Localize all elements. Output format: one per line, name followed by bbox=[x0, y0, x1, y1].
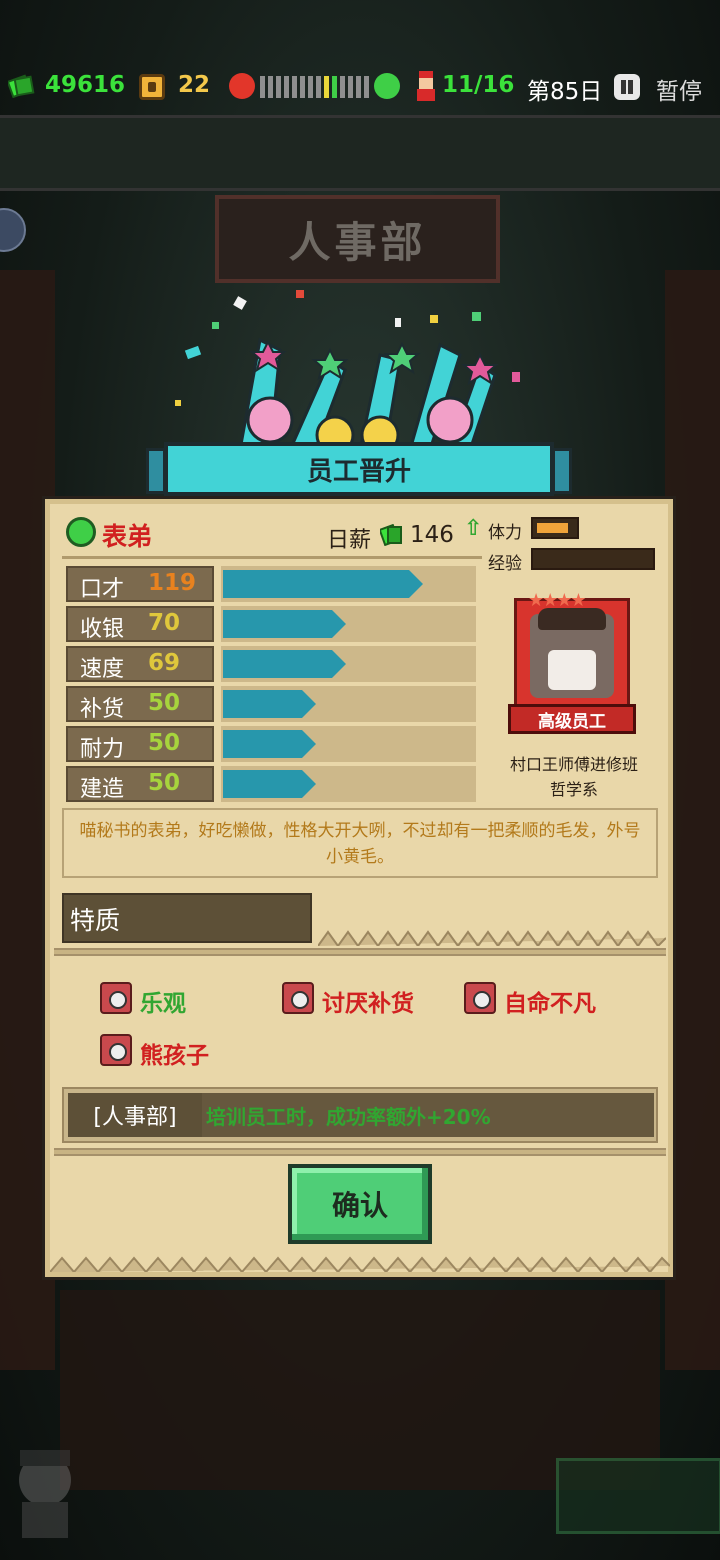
money-amount: 49616 bbox=[45, 72, 126, 98]
stat-label-box: 速度 69 bbox=[66, 646, 214, 682]
salary-value: 146 bbox=[410, 522, 454, 548]
up-arrow-icon: ⇧ bbox=[464, 516, 483, 541]
stat-name: 速度 bbox=[80, 657, 125, 682]
section-divider bbox=[54, 1148, 666, 1156]
rank-stars: ★★★★ bbox=[528, 590, 587, 611]
coin-icon bbox=[139, 74, 165, 100]
zigzag-decoration bbox=[318, 930, 666, 946]
mood-happy-icon bbox=[66, 517, 96, 547]
trait-name: 乐观 bbox=[140, 991, 186, 1017]
trait-icon bbox=[282, 982, 314, 1014]
trait-icon bbox=[464, 982, 496, 1014]
coin-amount: 22 bbox=[178, 72, 211, 98]
stat-label-box: 口才 119 bbox=[66, 566, 214, 602]
salary-label: 日薪 bbox=[327, 528, 372, 553]
stat-row: 补货 50 bbox=[66, 686, 486, 722]
stat-name: 收银 bbox=[80, 617, 125, 642]
stat-bar bbox=[223, 770, 316, 798]
department-tag: [人事部] bbox=[68, 1093, 202, 1137]
stat-label-box: 补货 50 bbox=[66, 686, 214, 722]
name-underline bbox=[62, 556, 482, 559]
stat-bar bbox=[223, 690, 316, 718]
stat-label-box: 收银 70 bbox=[66, 606, 214, 642]
staff-count: 11/16 bbox=[442, 72, 515, 98]
exp-bar bbox=[531, 548, 655, 570]
stat-value: 70 bbox=[148, 610, 181, 636]
trait-name: 讨厌补货 bbox=[322, 991, 414, 1017]
origin-school: 村口王师傅进修班 bbox=[509, 755, 638, 774]
employee-name: 表弟 bbox=[102, 522, 153, 551]
stat-label-box: 建造 50 bbox=[66, 766, 214, 802]
stat-value: 50 bbox=[148, 690, 181, 716]
stat-name: 补货 bbox=[80, 697, 125, 722]
stat-name: 建造 bbox=[80, 777, 125, 802]
trait-name: 熊孩子 bbox=[140, 1043, 209, 1069]
stat-row: 耐力 50 bbox=[66, 726, 486, 762]
stamina-label: 体力 bbox=[488, 523, 522, 543]
stat-row: 口才 119 bbox=[66, 566, 486, 602]
bonus-text: 培训员工时，成功率额外+20% bbox=[206, 1105, 491, 1129]
stamina-bar bbox=[531, 517, 579, 539]
stat-bar bbox=[223, 730, 316, 758]
department-sign: 人事部 bbox=[215, 195, 500, 283]
stat-value: 69 bbox=[148, 650, 181, 676]
pause-icon[interactable] bbox=[614, 74, 640, 100]
stamina-fill bbox=[537, 523, 568, 533]
stat-bar bbox=[223, 650, 346, 678]
rank-label: 高级员工 bbox=[508, 704, 636, 734]
trait-name: 自命不凡 bbox=[504, 991, 596, 1017]
zigzag-decoration bbox=[50, 1256, 670, 1272]
angry-face-icon bbox=[229, 73, 255, 99]
cash-icon bbox=[380, 524, 402, 546]
banner-tab-right bbox=[552, 448, 572, 494]
banner-tab-left bbox=[146, 448, 166, 494]
stat-row: 收银 70 bbox=[66, 606, 486, 642]
stat-name: 口才 bbox=[80, 577, 125, 602]
stat-value: 50 bbox=[148, 730, 181, 756]
origin-major: 哲学系 bbox=[549, 780, 598, 799]
status-bar: 49616 22 11/16 第85日 暂停 bbox=[0, 62, 720, 112]
stat-value: 119 bbox=[148, 570, 197, 596]
staff-icon bbox=[417, 71, 435, 101]
traits-header: 特质 bbox=[62, 893, 312, 943]
stat-row: 建造 50 bbox=[66, 766, 486, 802]
shop-shelf-strip bbox=[0, 115, 720, 191]
employee-origin: 村口王师傅进修班 哲学系 bbox=[492, 752, 656, 802]
background-character bbox=[19, 1450, 71, 1538]
employee-description: 喵秘书的表弟，好吃懒做，性格大开大咧，不过却有一把柔顺的毛发，外号小黄毛。 bbox=[62, 808, 658, 878]
happy-face-icon bbox=[374, 73, 400, 99]
stat-bar bbox=[223, 570, 423, 598]
cat-employee-avatar bbox=[530, 608, 614, 698]
cash-icon bbox=[8, 74, 35, 98]
pause-button[interactable]: 暂停 bbox=[656, 72, 702, 106]
section-divider bbox=[54, 948, 666, 956]
stat-name: 耐力 bbox=[80, 737, 125, 762]
stat-label-box: 耐力 50 bbox=[66, 726, 214, 762]
celebration-firework bbox=[238, 337, 499, 450]
mood-meter bbox=[260, 76, 369, 98]
exp-label: 经验 bbox=[488, 554, 522, 574]
confirm-button[interactable]: 确认 bbox=[288, 1164, 432, 1244]
employee-portrait: ★★★★ 高级员工 bbox=[508, 590, 636, 738]
stat-bar bbox=[223, 610, 346, 638]
confetti-piece bbox=[296, 290, 304, 298]
background-menu-button[interactable] bbox=[556, 1458, 720, 1534]
stat-row: 速度 69 bbox=[66, 646, 486, 682]
dialog-title-banner: 员工晋升 bbox=[146, 436, 572, 500]
department-bonus: [人事部] 培训员工时，成功率额外+20% bbox=[62, 1087, 658, 1143]
trait-icon bbox=[100, 982, 132, 1014]
day-counter: 第85日 bbox=[527, 79, 603, 105]
trait-icon bbox=[100, 1034, 132, 1066]
stat-value: 50 bbox=[148, 770, 181, 796]
dialog-title: 员工晋升 bbox=[164, 442, 554, 496]
